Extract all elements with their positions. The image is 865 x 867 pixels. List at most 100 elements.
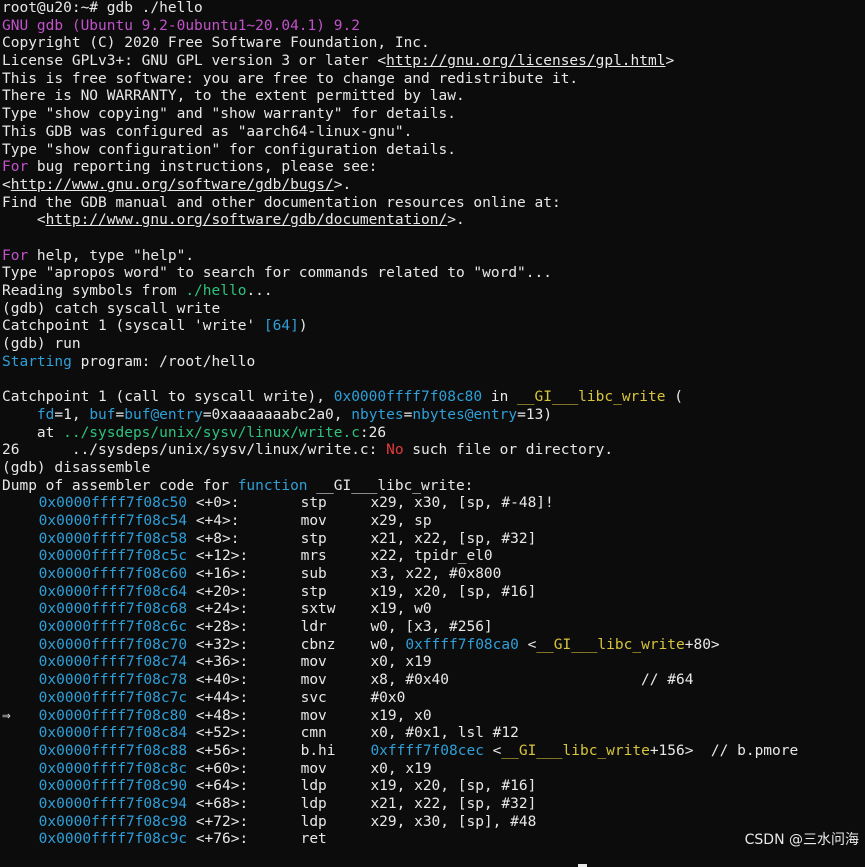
terminal-text: nbytes@entry <box>412 406 518 423</box>
asm-operand: x29, x30, [sp], #48 <box>370 813 537 830</box>
terminal-cursor-line <box>2 849 863 867</box>
terminal-text: < <box>2 176 11 193</box>
terminal-line: For bug reporting instructions, please s… <box>2 159 863 177</box>
asm-operand: w0, [x3, #256] <box>370 619 493 636</box>
terminal-text: License GPLv3+: GNU GPL version 3 or lat… <box>2 53 387 70</box>
terminal-text: No <box>386 442 404 459</box>
terminal-text: (gdb) disassemble <box>2 459 151 476</box>
asm-offset: <+48>: <box>195 707 275 724</box>
asm-line: 0x0000ffff7f08c50 <+0>: stp x29, x30, [s… <box>2 495 863 513</box>
terminal-line: Catchpoint 1 (syscall 'write' [64]) <box>2 318 863 336</box>
terminal-line: GNU gdb (Ubuntu 9.2-0ubuntu1~20.04.1) 9.… <box>2 18 863 36</box>
asm-offset: <+60>: <box>195 760 275 777</box>
terminal-line: Reading symbols from ./hello... <box>2 283 863 301</box>
terminal-line: 26 ../sysdeps/unix/sysv/linux/write.c: N… <box>2 442 863 460</box>
terminal-text: ) <box>298 318 308 335</box>
asm-address: 0x0000ffff7f08c50 <box>38 495 188 512</box>
terminal-text: __GI___libc_write: <box>307 477 474 494</box>
terminal-text: http://www.gnu.org/software/gdb/bugs/ <box>10 176 334 193</box>
asm-operand: __GI___libc_write <box>536 636 685 653</box>
asm-opcode: b.hi <box>300 742 371 759</box>
terminal-line: Catchpoint 1 (call to syscall write), 0x… <box>2 389 863 407</box>
asm-opcode: sub <box>300 566 371 582</box>
terminal-text: This is free software: you are free to c… <box>2 70 579 87</box>
asm-opcode: stp <box>300 530 371 547</box>
asm-address: 0x0000ffff7f08c98 <box>38 813 188 830</box>
terminal-line: Dump of assembler code for function __GI… <box>2 478 863 496</box>
asm-address: 0x0000ffff7f08c70 <box>38 636 188 653</box>
asm-offset: <+8>: <box>195 530 275 547</box>
asm-line: 0x0000ffff7f08c6c <+28>: ldr w0, [x3, #2… <box>2 619 863 637</box>
terminal-text: ... <box>246 283 273 299</box>
asm-operand: x19, x20, [sp, #16] <box>370 583 537 600</box>
asm-operand: +156> // b.pmore <box>649 742 799 759</box>
terminal-line: <http://www.gnu.org/software/gdb/documen… <box>2 212 863 230</box>
terminal-text: ./hello <box>185 283 247 299</box>
terminal-text: in <box>482 389 518 406</box>
asm-opcode: svc <box>300 689 371 706</box>
terminal-text: bug reporting instructions, please see: <box>28 159 378 176</box>
asm-offset: <+64>: <box>195 778 275 795</box>
asm-address: 0x0000ffff7f08c64 <box>38 583 188 600</box>
asm-offset: <+0>: <box>195 495 275 512</box>
terminal-text: For <box>2 247 29 264</box>
asm-operand: x0, x19 <box>370 760 432 777</box>
terminal-text: http://www.gnu.org/software/gdb/document… <box>45 212 448 229</box>
terminal-line: There is NO WARRANTY, to the extent perm… <box>2 88 863 106</box>
terminal-text: > <box>665 53 675 70</box>
terminal-line: This GDB was configured as "aarch64-linu… <box>2 124 863 142</box>
terminal-line: Type "show configuration" for configurat… <box>2 142 863 160</box>
terminal-text: Copyright (C) 2020 Free Software Foundat… <box>2 35 430 52</box>
asm-operand: x8, #0x40 // #64 <box>370 672 694 689</box>
asm-offset: <+44>: <box>195 689 275 706</box>
terminal-text: ( <box>665 389 683 406</box>
asm-line: 0x0000ffff7f08c98 <+72>: ldp x29, x30, [… <box>2 814 863 832</box>
asm-address: 0x0000ffff7f08c8c <box>38 760 188 777</box>
asm-offset: <+12>: <box>195 548 275 565</box>
terminal-text: Reading symbols from <box>2 283 186 299</box>
asm-offset: <+24>: <box>195 601 275 618</box>
terminal-text: Type "show copying" and "show warranty" … <box>2 106 456 123</box>
asm-operand: 0xffff7f08ca0 <box>405 636 519 653</box>
asm-opcode: ret <box>300 831 371 848</box>
asm-line: 0x0000ffff7f08c9c <+76>: ret <box>2 831 863 849</box>
terminal-text: program: /root/hello <box>71 353 256 370</box>
asm-operand: x0, x19 <box>370 654 432 671</box>
terminal-text: ../sysdeps/unix/sysv/linux/write.c <box>63 424 360 441</box>
asm-line: 0x0000ffff7f08c94 <+68>: ldp x21, x22, [… <box>2 796 863 814</box>
asm-operand: x29, sp <box>370 512 432 529</box>
terminal-line: Starting program: /root/hello <box>2 354 863 372</box>
terminal-text: :26 <box>359 424 387 441</box>
asm-opcode: ldr <box>300 619 371 636</box>
asm-line: 0x0000ffff7f08c74 <+36>: mov x0, x19 <box>2 654 863 672</box>
terminal-text: >. <box>333 176 352 193</box>
asm-operand: < <box>518 636 537 653</box>
asm-offset: <+68>: <box>195 795 275 812</box>
asm-operand: x21, x22, [sp, #32] <box>370 530 537 547</box>
terminal-text: (gdb) run <box>2 336 81 353</box>
asm-offset: <+16>: <box>195 566 275 582</box>
terminal-line: Type "show copying" and "show warranty" … <box>2 106 863 124</box>
terminal-line: Type "apropos word" to search for comman… <box>2 265 863 283</box>
asm-operand: x19, x20, [sp, #16] <box>370 778 537 795</box>
asm-offset: <+56>: <box>195 742 275 759</box>
asm-operand: __GI___libc_write <box>501 742 650 759</box>
asm-opcode: mov <box>300 760 371 777</box>
asm-address: 0x0000ffff7f08c74 <box>38 654 188 671</box>
asm-address: 0x0000ffff7f08c9c <box>38 831 188 848</box>
terminal-text: at <box>2 424 64 441</box>
terminal-output: root@u20:~# gdb ./hello GNU gdb (Ubuntu 9… <box>2 0 863 867</box>
asm-line: 0x0000ffff7f08c70 <+32>: cbnz w0, 0xffff… <box>2 637 863 655</box>
asm-offset: <+20>: <box>195 583 275 600</box>
terminal-line: fd=1, buf=buf@entry=0xaaaaaaabc2a0, nbyt… <box>2 407 863 425</box>
asm-address: 0x0000ffff7f08c94 <box>38 795 188 812</box>
asm-operand: +80> <box>684 636 720 653</box>
terminal-line: Copyright (C) 2020 Free Software Foundat… <box>2 35 863 53</box>
terminal-text: function <box>237 477 308 494</box>
terminal-text: Catchpoint 1 (syscall 'write' <box>2 318 264 335</box>
asm-offset: <+40>: <box>195 672 275 689</box>
asm-address: 0x0000ffff7f08c58 <box>38 530 188 547</box>
terminal-text: __GI___libc_write <box>517 389 666 406</box>
asm-offset: <+32>: <box>195 636 275 653</box>
terminal-line: <http://www.gnu.org/software/gdb/bugs/>. <box>2 177 863 195</box>
